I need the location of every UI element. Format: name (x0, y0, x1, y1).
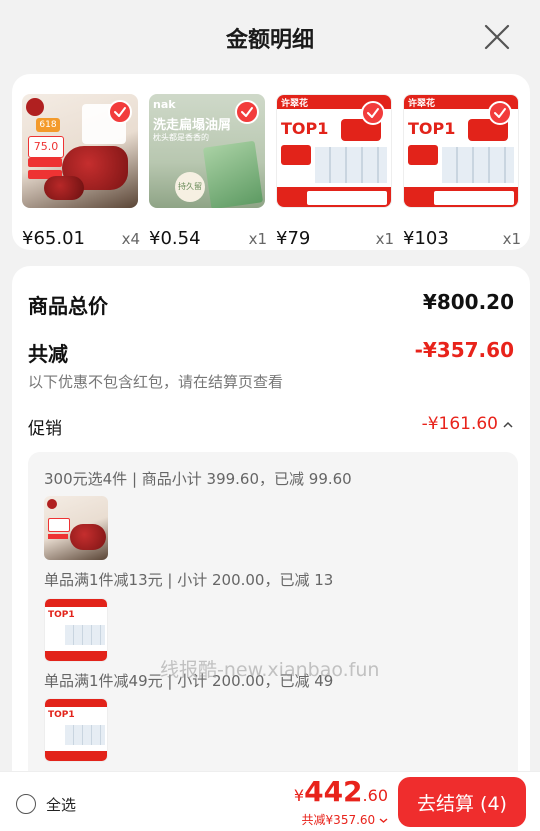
promo-group-desc: 单品满1件减13元 | 小计 200.00，已减 13 (44, 571, 334, 589)
promo-label: 促销 (28, 419, 62, 439)
total-integer: 442 (304, 775, 363, 808)
selected-check-icon[interactable] (361, 101, 385, 125)
product-qty: x1 (248, 230, 267, 248)
promo-product-image: TOP1 (44, 598, 108, 662)
chevron-down-icon[interactable] (379, 817, 388, 824)
currency-symbol: ¥ (293, 786, 305, 805)
product-price: ¥79 (276, 228, 311, 249)
footer-total: ¥442.60 共减¥357.60 (294, 776, 388, 828)
product-card[interactable]: nak 洗走扁塌油屑 枕头都是香香的 持久留香 ¥0.54 x1 (149, 94, 267, 249)
selected-check-icon[interactable] (235, 100, 259, 124)
price-summary: 商品总价 ¥800.20 共减 -¥357.60 以下优惠不包含红包，请在结算页… (12, 266, 530, 786)
product-qty: x4 (121, 230, 140, 248)
select-all-label[interactable]: 全选 (46, 794, 76, 815)
header: 金额明细 (0, 0, 540, 74)
promo-details: 300元选4件 | 商品小计 399.60，已减 99.60 单品满1件减13元… (28, 452, 518, 786)
discount-value: -¥357.60 (414, 338, 514, 362)
page-title: 金额明细 (225, 28, 314, 53)
product-qty: x1 (375, 230, 394, 248)
promo-row[interactable]: 促销 -¥161.60 (28, 414, 514, 439)
checkout-button[interactable]: 去结算 (4) (398, 777, 526, 827)
promo-value: -¥161.60 (421, 414, 498, 434)
product-price: ¥0.54 (149, 228, 201, 249)
product-strip: 618 75.0 ¥65.01 x4 nak 洗走扁塌油屑 枕头都是香香的 持久… (12, 74, 530, 250)
product-price: ¥103 (403, 228, 449, 249)
product-image: 许翠花 TOP1 (276, 94, 392, 208)
discount-note: 以下优惠不包含红包，请在结算页查看 (28, 373, 284, 391)
product-card[interactable]: 许翠花 TOP1 ¥79 x1 (276, 94, 394, 249)
checkout-bar: 全选 ¥442.60 共减¥357.60 去结算 (4) (0, 771, 540, 831)
total-value: ¥800.20 (422, 290, 514, 314)
product-card[interactable]: 618 75.0 ¥65.01 x4 (22, 94, 140, 249)
product-qty: x1 (502, 230, 521, 248)
product-image: 618 75.0 (22, 94, 138, 208)
promo-product-image: TOP1 (44, 698, 108, 762)
total-decimal: .60 (362, 786, 388, 805)
chevron-up-icon[interactable] (502, 420, 514, 430)
discount-label: 共减 (28, 342, 68, 366)
selected-check-icon[interactable] (488, 101, 512, 125)
discount-row: 共减 -¥357.60 (28, 338, 514, 366)
selected-check-icon[interactable] (108, 100, 132, 124)
promo-group-desc: 300元选4件 | 商品小计 399.60，已减 99.60 (44, 470, 352, 488)
product-card[interactable]: 许翠花 TOP1 ¥103 x1 (403, 94, 521, 249)
total-label: 商品总价 (28, 294, 108, 318)
product-image: nak 洗走扁塌油屑 枕头都是香香的 持久留香 (149, 94, 265, 208)
product-price: ¥65.01 (22, 228, 85, 249)
total-saved: 共减¥357.60 (301, 813, 376, 827)
promo-product-image (44, 496, 108, 560)
select-all-radio[interactable] (16, 794, 36, 814)
watermark: 线报酷-new.xianbao.fun (160, 659, 380, 681)
close-icon[interactable] (484, 24, 510, 50)
total-row: 商品总价 ¥800.20 (28, 290, 514, 318)
product-image: 许翠花 TOP1 (403, 94, 519, 208)
